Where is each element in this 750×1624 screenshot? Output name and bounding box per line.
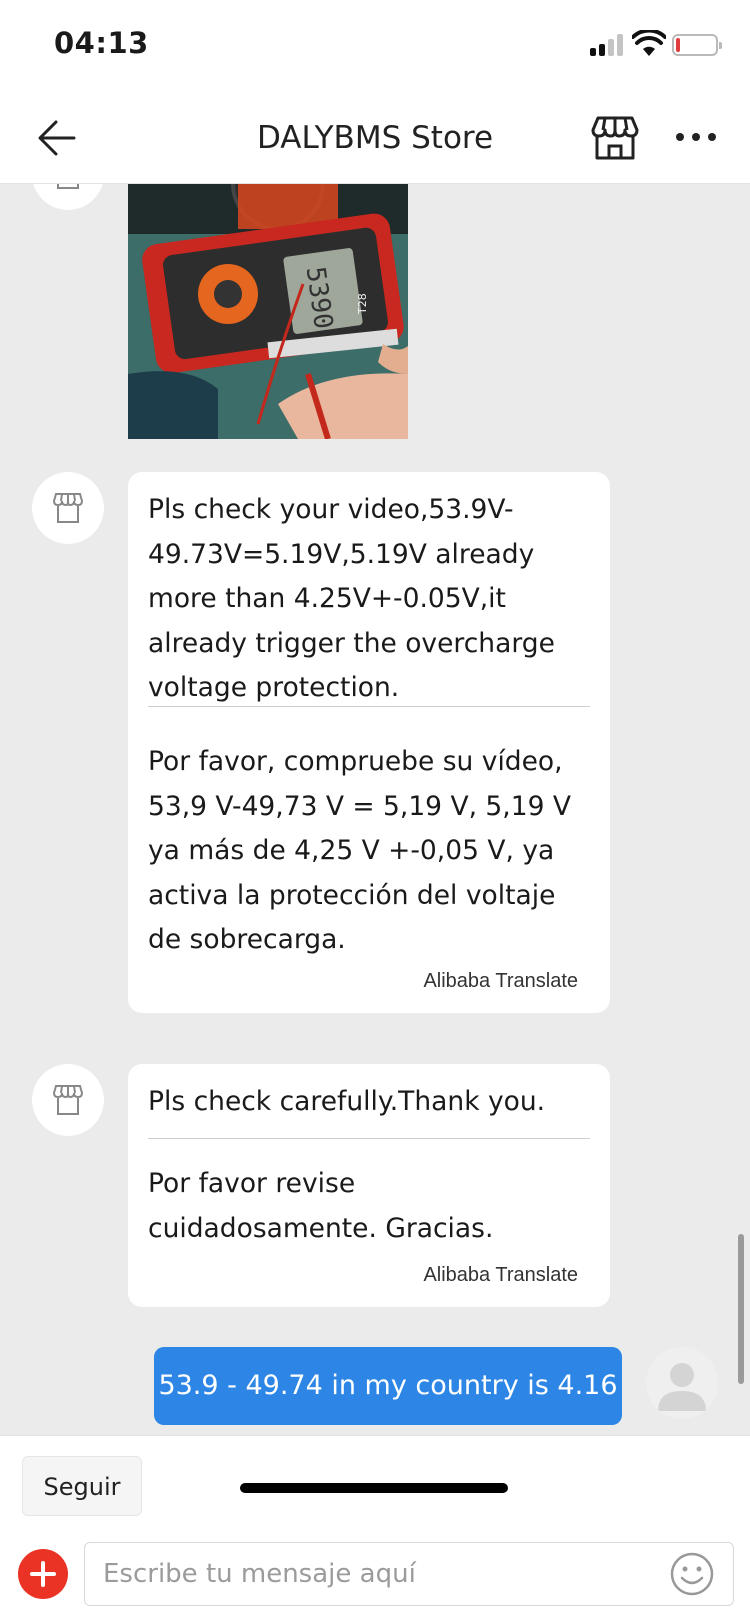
chat-scrollbar[interactable] <box>738 1234 744 1384</box>
store-icon <box>52 493 84 523</box>
follow-button[interactable]: Seguir <box>22 1456 142 1516</box>
user-message[interactable]: 53.9 - 49.74 in my country is 4.16 <box>154 1347 622 1425</box>
status-time: 04:13 <box>54 26 149 60</box>
seller-avatar[interactable] <box>32 1064 104 1136</box>
user-avatar[interactable] <box>646 1347 718 1419</box>
store-icon[interactable] <box>590 114 640 162</box>
chat-area[interactable]: 5390 T28 Pls check your video,53.9V-49.7… <box>0 184 750 1435</box>
message-original-text: Pls check carefully.Thank you. <box>148 1086 546 1117</box>
message-translated-text: Por favor, compruebe su vídeo, 53,9 V-49… <box>148 746 571 955</box>
message-input[interactable] <box>103 1551 633 1597</box>
meter-model: T28 <box>356 293 369 315</box>
message-translated-text: Por favor revise cuidadosamente. Gracias… <box>148 1168 494 1244</box>
chat-header: DALYBMS Store <box>0 92 750 184</box>
seller-avatar[interactable] <box>32 472 104 544</box>
user-silhouette-icon <box>658 1363 706 1411</box>
message-divider <box>148 1138 590 1139</box>
signal-icon <box>590 34 626 56</box>
more-icon[interactable] <box>674 128 718 148</box>
seller-message[interactable]: Pls check your video,53.9V-49.73V=5.19V,… <box>128 472 610 1013</box>
store-icon <box>52 1085 84 1115</box>
home-indicator <box>240 1483 508 1493</box>
wifi-icon <box>632 30 666 56</box>
message-original-text: Pls check your video,53.9V-49.73V=5.19V,… <box>148 494 555 703</box>
translate-label: Alibaba Translate <box>423 1264 578 1286</box>
plus-icon[interactable] <box>18 1549 68 1599</box>
message-input-box[interactable] <box>84 1542 734 1606</box>
translate-label: Alibaba Translate <box>423 970 578 992</box>
video-thumbnail[interactable]: 5390 T28 <box>128 184 408 439</box>
seller-message[interactable]: Pls check carefully.Thank you. Por favor… <box>128 1064 610 1307</box>
message-divider <box>148 706 590 707</box>
emoji-icon[interactable] <box>669 1551 715 1597</box>
store-icon <box>57 184 79 189</box>
battery-icon <box>672 34 722 56</box>
status-bar: 04:13 <box>0 0 750 92</box>
seller-avatar[interactable] <box>32 184 104 210</box>
composer: Seguir <box>0 1435 750 1624</box>
